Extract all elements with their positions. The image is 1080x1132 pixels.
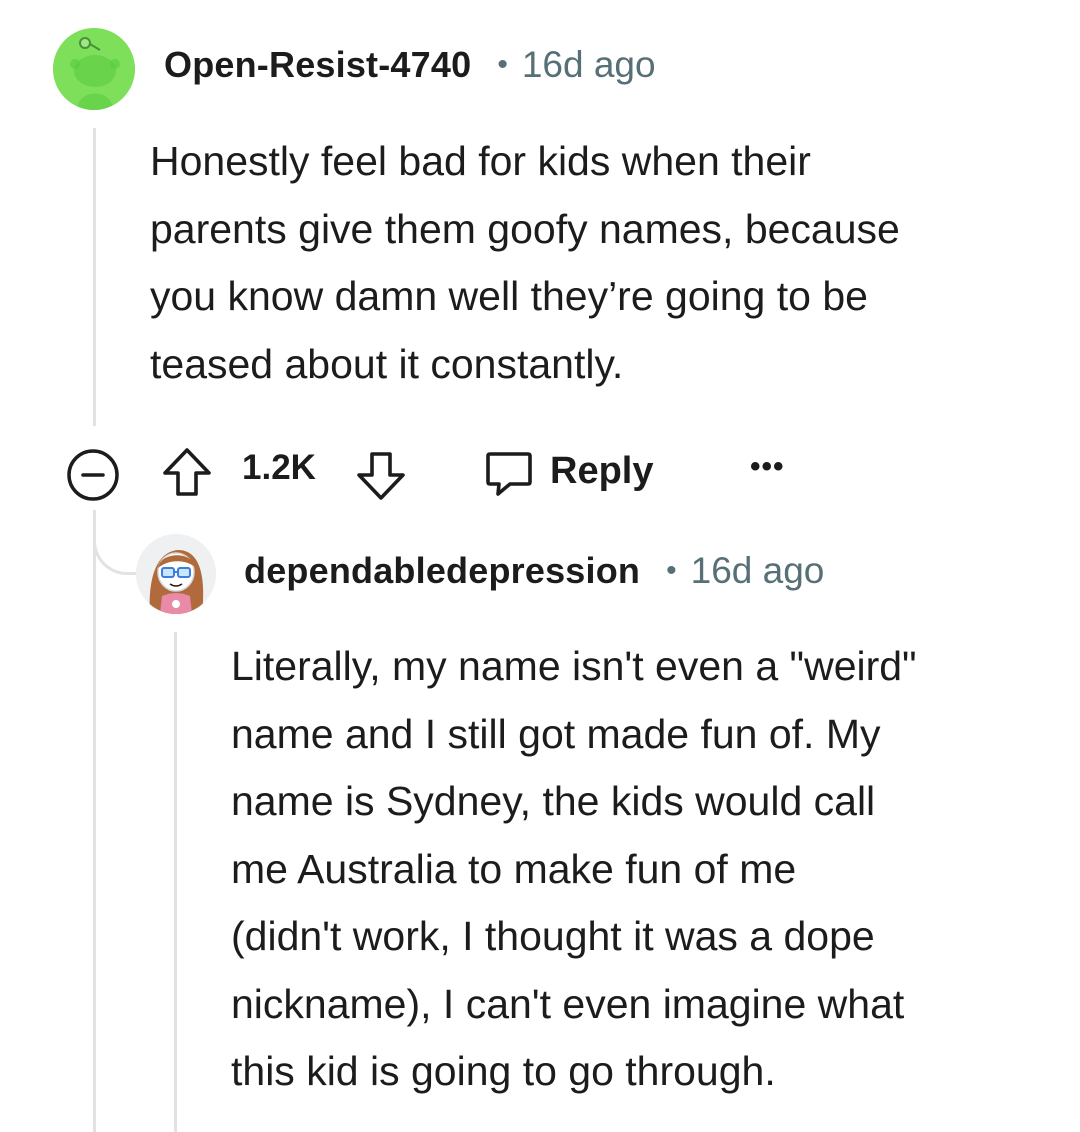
more-options-icon: ••• bbox=[750, 450, 785, 483]
username[interactable]: Open-Resist-4740 bbox=[164, 44, 471, 86]
comment-action-bar: 1.2K Reply ••• bbox=[66, 440, 826, 502]
reply-meta: dependabledepression • 16d ago bbox=[244, 550, 824, 592]
downvote-button[interactable] bbox=[354, 448, 408, 502]
comment-meta: Open-Resist-4740 • 16d ago bbox=[164, 44, 656, 86]
upvote-icon bbox=[163, 448, 211, 496]
comment-line: name is Sydney, the kids would call bbox=[231, 778, 876, 824]
comment-line: parents give them goofy names, because bbox=[150, 206, 900, 252]
comment-line: teased about it constantly. bbox=[150, 341, 624, 387]
collapse-icon bbox=[67, 449, 119, 501]
comment-line: name and I still got made fun of. My bbox=[231, 711, 881, 757]
comment-line: nickname), I can't even imagine what bbox=[231, 981, 905, 1027]
meta-separator: • bbox=[666, 554, 677, 587]
reply-icon bbox=[486, 452, 532, 496]
reply-label: Reply bbox=[550, 449, 654, 492]
timestamp[interactable]: 16d ago bbox=[691, 550, 825, 592]
upvote-button[interactable] bbox=[160, 446, 214, 500]
downvote-icon bbox=[357, 452, 405, 500]
thread-connector bbox=[93, 510, 140, 575]
comment-line: me Australia to make fun of me bbox=[231, 846, 797, 892]
user-avatar-icon[interactable] bbox=[136, 534, 216, 614]
comment-line: Honestly feel bad for kids when their bbox=[150, 138, 811, 184]
reply-button[interactable]: Reply bbox=[482, 444, 653, 498]
timestamp[interactable]: 16d ago bbox=[522, 44, 656, 86]
snoo-avatar-icon[interactable] bbox=[53, 28, 135, 110]
more-options-button[interactable]: ••• bbox=[750, 450, 785, 484]
username[interactable]: dependabledepression bbox=[244, 550, 640, 592]
meta-separator: • bbox=[497, 48, 508, 81]
thread-line-top-comment bbox=[93, 128, 96, 426]
comment-line: you know damn well they’re going to be bbox=[150, 273, 868, 319]
comment-line: this kid is going to go through. bbox=[231, 1048, 776, 1094]
thread-line-reply bbox=[174, 632, 177, 1132]
collapse-button[interactable] bbox=[66, 448, 120, 502]
comment-line: (didn't work, I thought it was a dope bbox=[231, 913, 875, 959]
thread-line-top-continuation bbox=[93, 510, 96, 1132]
comment-line: Literally, my name isn't even a "weird" bbox=[231, 643, 917, 689]
vote-score: 1.2K bbox=[242, 448, 316, 488]
score-label: 1.2K bbox=[242, 448, 316, 487]
